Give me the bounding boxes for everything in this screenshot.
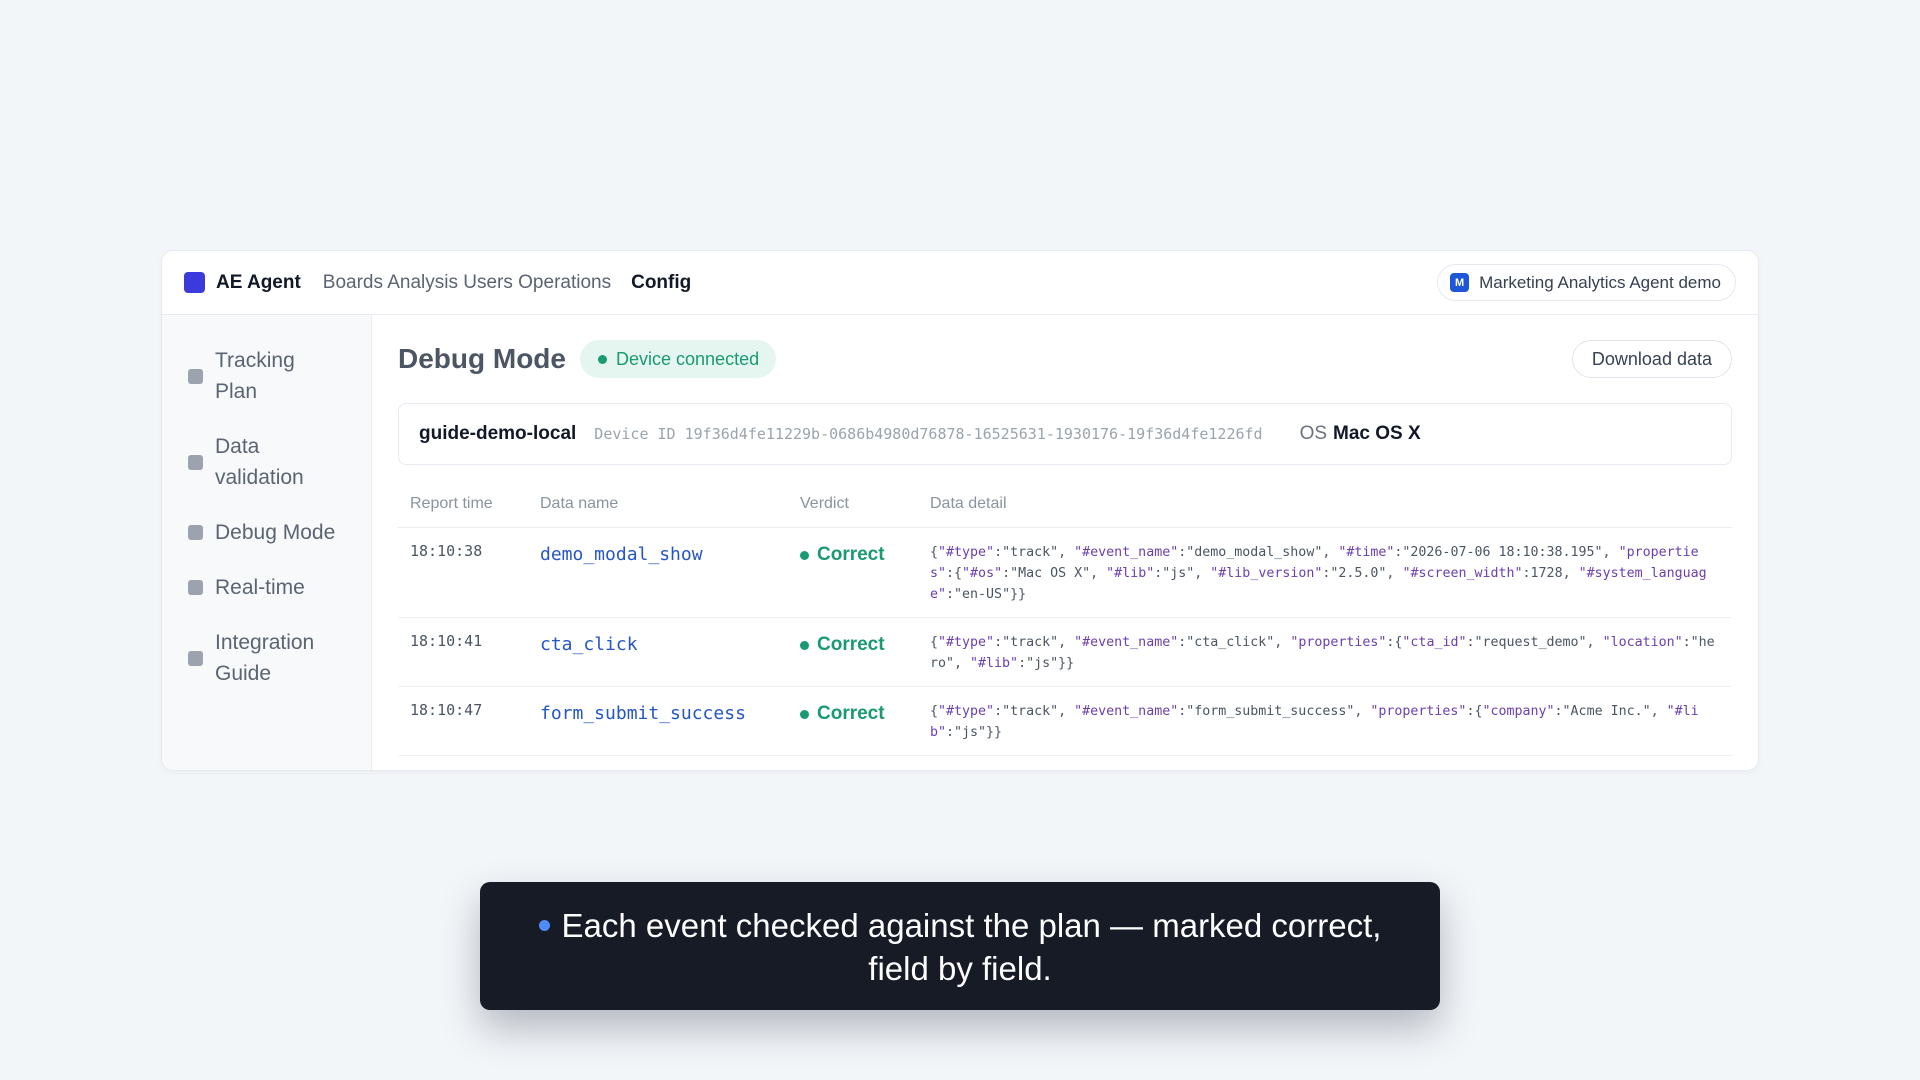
status-text: Device connected xyxy=(616,348,760,369)
device-info-card: guide-demo-local Device ID 19f36d4fe1122… xyxy=(398,403,1732,465)
report-time: 18:10:47 xyxy=(410,701,483,719)
data-name-link[interactable]: form_submit_success xyxy=(540,703,746,724)
status-dot-icon xyxy=(598,354,607,364)
table-row[interactable]: 18:10:41 cta_click Correct {"#type":"track"… xyxy=(398,617,1732,687)
download-data-button[interactable]: Download data xyxy=(1571,340,1732,378)
sidebar-item-label: Real-time xyxy=(215,576,305,599)
square-bullet-icon xyxy=(188,580,203,595)
data-detail-json: {"#type":"track", "#event_name":"form_su… xyxy=(930,704,1699,740)
app-window: AE Agent Boards Analysis Users Operation… xyxy=(161,250,1759,771)
sidebar-item-debug-mode[interactable]: Debug Mode xyxy=(162,517,371,548)
square-bullet-icon xyxy=(188,454,203,470)
nav-config[interactable]: Config xyxy=(631,272,691,294)
data-detail-json: {"#type":"track", "#event_name":"demo_mo… xyxy=(930,545,1707,602)
table-row[interactable]: 18:10:47 form_submit_success Correct {"#typ… xyxy=(398,686,1732,756)
sidebar-item-integration-guide[interactable]: Integration Guide xyxy=(162,627,371,689)
sidebar-item-tracking-plan[interactable]: Tracking Plan xyxy=(162,345,371,407)
sidebar: Tracking Plan Data validation Debug Mode… xyxy=(162,315,372,770)
nav-links[interactable]: Boards Analysis Users Operations xyxy=(323,272,611,294)
verdict-dot-icon xyxy=(800,550,809,560)
page-title: Debug Mode xyxy=(398,343,566,374)
sidebar-item-label: Debug Mode xyxy=(215,521,336,544)
data-name-link[interactable]: demo_modal_show xyxy=(540,544,703,565)
brand-name: AE Agent xyxy=(216,271,301,293)
sidebar-item-label: Tracking Plan xyxy=(215,349,295,403)
sidebar-item-label: Data validation xyxy=(215,435,304,489)
verdict-text: Correct xyxy=(817,544,885,565)
workspace-switcher[interactable]: M Marketing Analytics Agent demo xyxy=(1437,264,1736,301)
os-label: OS xyxy=(1299,423,1328,444)
workspace-name: Marketing Analytics Agent demo xyxy=(1479,272,1721,292)
column-header-data-name: Data name xyxy=(528,495,788,528)
verdict-text: Correct xyxy=(817,634,885,655)
caption-banner: Each event checked against the plan — ma… xyxy=(480,882,1440,1010)
data-name-link[interactable]: cta_click xyxy=(540,634,638,655)
verdict-badge: Correct xyxy=(800,703,906,725)
sidebar-item-data-validation[interactable]: Data validation xyxy=(162,431,371,493)
os-value: Mac OS X xyxy=(1333,423,1421,444)
events-table: Report time Data name Verdict Data detai… xyxy=(398,495,1732,756)
table-row[interactable]: 18:10:38 demo_modal_show Correct {"#type":"… xyxy=(398,527,1732,618)
square-bullet-icon xyxy=(188,368,203,384)
top-bar: AE Agent Boards Analysis Users Operation… xyxy=(162,251,1758,315)
data-detail-json: {"#type":"track", "#event_name":"cta_cli… xyxy=(930,635,1715,671)
sidebar-item-label: Integration Guide xyxy=(215,631,315,685)
caption-bullet-icon xyxy=(538,919,550,931)
device-id: Device ID 19f36d4fe11229b-0686b4980d7687… xyxy=(594,425,1263,443)
report-time: 18:10:41 xyxy=(410,632,483,650)
workspace-badge-icon: M xyxy=(1450,273,1470,292)
verdict-badge: Correct xyxy=(800,634,906,656)
status-badge: Device connected xyxy=(580,340,777,378)
page-header: Debug Mode Device connected Download dat… xyxy=(398,315,1732,403)
verdict-dot-icon xyxy=(800,709,809,719)
column-header-verdict: Verdict xyxy=(788,495,918,528)
caption-text: Each event checked against the plan — ma… xyxy=(561,907,1382,987)
column-header-report-time: Report time xyxy=(398,495,528,528)
square-bullet-icon xyxy=(188,525,203,540)
verdict-dot-icon xyxy=(800,640,809,650)
report-time: 18:10:38 xyxy=(410,542,483,560)
column-header-data-detail: Data detail xyxy=(918,495,1732,528)
verdict-text: Correct xyxy=(817,703,885,724)
main-content: Debug Mode Device connected Download dat… xyxy=(398,315,1732,756)
device-name: guide-demo-local xyxy=(419,423,577,444)
verdict-badge: Correct xyxy=(800,544,906,566)
sidebar-item-real-time[interactable]: Real-time xyxy=(162,572,371,603)
square-bullet-icon xyxy=(188,650,203,666)
brand-logo-icon xyxy=(184,272,205,293)
table-header-row: Report time Data name Verdict Data detai… xyxy=(398,495,1732,528)
